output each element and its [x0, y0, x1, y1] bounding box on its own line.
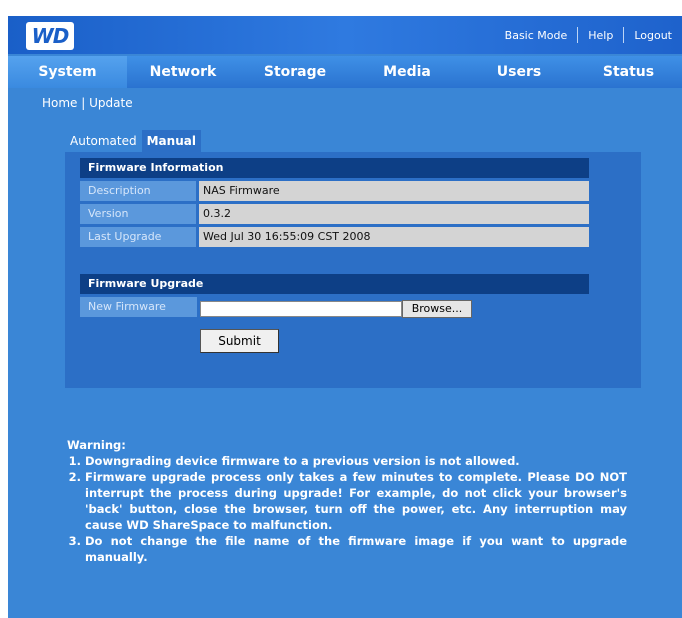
help-link[interactable]: Help: [578, 29, 623, 42]
tab-status[interactable]: Status: [575, 56, 682, 88]
top-bar: WD Basic Mode Help Logout: [8, 16, 682, 54]
warning-item: Firmware upgrade process only takes a fe…: [85, 469, 627, 533]
warning-item: Do not change the file name of the firmw…: [85, 533, 627, 565]
top-links: Basic Mode Help Logout: [495, 27, 682, 43]
warning-item: Downgrading device firmware to a previou…: [85, 453, 627, 469]
tab-automated[interactable]: Automated: [65, 130, 142, 152]
app-window: WD Basic Mode Help Logout System Network…: [8, 16, 682, 618]
wd-logo: WD: [26, 22, 74, 50]
main-nav: System Network Storage Media Users Statu…: [8, 56, 682, 88]
warning-notice: Warning: Downgrading device firmware to …: [67, 437, 627, 565]
update-subtabs: Automated Manual: [65, 130, 201, 152]
version-row: Version 0.3.2: [80, 204, 589, 224]
breadcrumb-update[interactable]: Update: [89, 96, 132, 110]
logout-link[interactable]: Logout: [624, 29, 682, 42]
breadcrumb: Home | Update: [42, 96, 133, 110]
description-row: Description NAS Firmware: [80, 181, 589, 201]
description-value: NAS Firmware: [199, 181, 589, 201]
breadcrumb-separator: |: [81, 96, 86, 110]
tab-media[interactable]: Media: [351, 56, 463, 88]
basic-mode-link[interactable]: Basic Mode: [495, 29, 578, 42]
last-upgrade-label: Last Upgrade: [80, 227, 196, 247]
breadcrumb-home[interactable]: Home: [42, 96, 77, 110]
tab-network[interactable]: Network: [127, 56, 239, 88]
update-panel: Firmware Information Description NAS Fir…: [65, 152, 641, 388]
warning-list: Downgrading device firmware to a previou…: [67, 453, 627, 565]
tab-manual[interactable]: Manual: [141, 130, 201, 152]
last-upgrade-value: Wed Jul 30 16:55:09 CST 2008: [199, 227, 589, 247]
last-upgrade-row: Last Upgrade Wed Jul 30 16:55:09 CST 200…: [80, 227, 589, 247]
version-label: Version: [80, 204, 196, 224]
submit-button[interactable]: Submit: [200, 329, 279, 353]
warning-title: Warning:: [67, 438, 126, 452]
tab-users[interactable]: Users: [463, 56, 575, 88]
new-firmware-row: New Firmware: [80, 297, 197, 317]
firmware-upgrade-heading: Firmware Upgrade: [80, 274, 589, 294]
new-firmware-label: New Firmware: [80, 297, 197, 317]
firmware-info-heading: Firmware Information: [80, 158, 589, 178]
firmware-file-input[interactable]: [200, 301, 402, 317]
tab-system[interactable]: System: [8, 56, 127, 88]
browse-button[interactable]: Browse...: [402, 300, 472, 318]
description-label: Description: [80, 181, 196, 201]
tab-storage[interactable]: Storage: [239, 56, 351, 88]
version-value: 0.3.2: [199, 204, 589, 224]
